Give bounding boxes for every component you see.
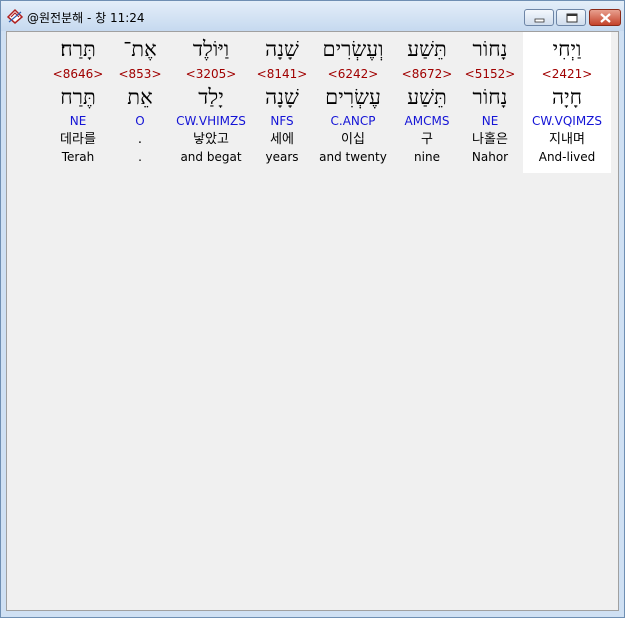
korean-gloss: . <box>137 132 143 147</box>
word-column[interactable]: וַיְחִי <2421> חָיָה CW.VQIMZS 지내며 And-l… <box>523 32 611 173</box>
hebrew-word: וְעֶשְׂרִים <box>322 37 384 61</box>
word-column[interactable]: תֵּשַׁע <8672> תֵּשַׁע AMCMS 구 nine <box>397 32 457 173</box>
english-gloss: And-lived <box>538 150 596 164</box>
hebrew-lemma: תֵּשַׁע <box>407 85 447 109</box>
hebrew-word: שָׁנָה <box>265 37 299 61</box>
parsing-code: CW.VQIMZS <box>531 114 603 128</box>
hebrew-word: תָּרַח׃ <box>60 37 96 61</box>
hebrew-lemma: נָחוֹר <box>472 85 508 109</box>
korean-gloss: 지내며 <box>549 132 585 147</box>
hebrew-lemma: שָׁנָה <box>265 85 299 109</box>
strong-number[interactable]: <6242> <box>313 67 393 81</box>
hebrew-word: נָחוֹר <box>472 37 508 61</box>
close-icon <box>600 13 611 23</box>
title-bar[interactable]: @원전분해 - 창 11:24 <box>1 1 624 31</box>
hebrew-lemma: חָיָה <box>551 85 582 109</box>
english-gloss: Nahor <box>471 150 509 164</box>
hebrew-lemma: יָלַד <box>198 85 224 109</box>
word-column[interactable]: וַיּוֹלֶד <3205> יָלַד CW.VHIMZS 낳았고 and… <box>171 32 251 173</box>
english-gloss: and begat <box>180 150 242 164</box>
minimize-icon <box>534 18 545 23</box>
english-gloss: Terah <box>61 150 95 164</box>
hebrew-word: תֵּשַׁע <box>407 37 447 61</box>
parsing-code: C.ANCP <box>330 114 376 128</box>
hebrew-word: וַיְחִי <box>552 37 582 61</box>
korean-gloss: 낳았고 <box>193 132 229 147</box>
interlinear-panel[interactable]: וַיְחִי <2421> חָיָה CW.VQIMZS 지내며 And-l… <box>6 31 619 611</box>
word-column[interactable]: תָּרַח׃ <8646> תֶּרַח NE 데라를 Terah <box>47 32 109 173</box>
korean-gloss: 데라를 <box>60 132 96 147</box>
parsing-code: AMCMS <box>404 114 450 128</box>
hebrew-lemma: תֶּרַח <box>60 85 96 109</box>
word-column[interactable]: וְעֶשְׂרִים <6242> עֶשְׂרִים C.ANCP 이십 a… <box>313 32 393 173</box>
parsing-code: NFS <box>270 114 294 128</box>
hebrew-lemma: עֶשְׂרִים <box>325 85 381 109</box>
window-title: @원전분해 - 창 11:24 <box>27 11 145 25</box>
maximize-icon <box>566 13 578 23</box>
strong-number[interactable]: <8141> <box>255 67 309 81</box>
hebrew-word: אֶת־ <box>123 37 157 61</box>
hebrew-word: וַיּוֹלֶד <box>192 37 230 61</box>
strong-number[interactable]: <8672> <box>397 67 457 81</box>
english-gloss: nine <box>414 150 440 164</box>
korean-gloss: 세에 <box>270 132 294 147</box>
parsing-code: O <box>135 114 145 128</box>
english-gloss: . <box>138 150 142 164</box>
app-window: @원전분해 - 창 11:24 וַיְחִי <2421> חָיָה CW.… <box>0 0 625 618</box>
parsing-code: CW.VHIMZS <box>176 114 246 128</box>
close-button[interactable] <box>589 9 621 26</box>
word-column[interactable]: אֶת־ <853> אֵת O . . <box>115 32 165 173</box>
korean-gloss: 구 <box>421 132 433 147</box>
strong-number[interactable]: <3205> <box>171 67 251 81</box>
parsing-code: NE <box>481 114 499 128</box>
maximize-button[interactable] <box>556 9 586 26</box>
english-gloss: and twenty <box>319 150 387 164</box>
korean-gloss: 이십 <box>341 132 365 147</box>
strong-number[interactable]: <8646> <box>47 67 109 81</box>
word-column[interactable]: נָחוֹר <5152> נָחוֹר NE 나홀은 Nahor <box>461 32 519 173</box>
minimize-button[interactable] <box>524 9 554 26</box>
hebrew-lemma: אֵת <box>127 85 153 109</box>
english-gloss: years <box>265 150 299 164</box>
word-column[interactable]: שָׁנָה <8141> שָׁנָה NFS 세에 years <box>255 32 309 173</box>
strong-number[interactable]: <5152> <box>461 67 519 81</box>
parsing-code: NE <box>69 114 87 128</box>
strong-number[interactable]: <2421> <box>523 67 611 81</box>
strong-number[interactable]: <853> <box>115 67 165 81</box>
app-icon[interactable] <box>6 8 24 24</box>
korean-gloss: 나홀은 <box>472 132 508 147</box>
